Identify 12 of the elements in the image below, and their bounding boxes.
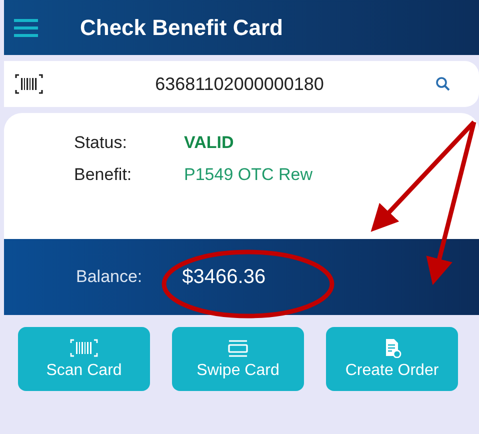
action-button[interactable]: Create Order: [326, 327, 458, 391]
screen-title: Check Benefit Card: [80, 14, 283, 40]
action-button[interactable]: Swipe Card: [172, 327, 304, 391]
balance-label: Balance:: [76, 267, 142, 287]
detail-value: VALID: [184, 133, 234, 153]
balance-amount: $3466.36: [182, 266, 266, 288]
detail-label: Status:: [74, 133, 128, 153]
detail-label: Benefit:: [74, 165, 133, 185]
detail-value: P1549 OTC Rew: [184, 165, 312, 185]
action-button[interactable]: Scan Card: [18, 327, 150, 391]
card-number: 63681102000000180: [154, 74, 325, 94]
card-number-field[interactable]: 63681102000000180: [4, 61, 479, 107]
